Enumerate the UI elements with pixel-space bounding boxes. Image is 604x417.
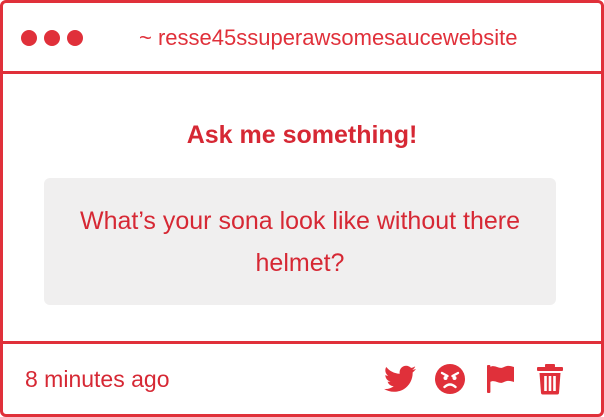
flag-icon bbox=[487, 365, 514, 393]
delete-button[interactable] bbox=[533, 362, 567, 396]
share-twitter-button[interactable] bbox=[383, 362, 417, 396]
window-dot bbox=[44, 30, 60, 46]
window-dot bbox=[21, 30, 37, 46]
action-bar bbox=[383, 362, 567, 396]
twitter-icon bbox=[384, 365, 416, 392]
ask-prompt-heading: Ask me something! bbox=[186, 121, 418, 149]
window-controls bbox=[21, 30, 83, 46]
ask-card: ~ resse45ssuperawsomesaucewebsite Ask me… bbox=[0, 0, 604, 417]
site-url: ~ resse45ssuperawsomesaucewebsite bbox=[139, 25, 518, 50]
timestamp: 8 minutes ago bbox=[25, 366, 170, 392]
report-button[interactable] bbox=[483, 362, 517, 396]
angry-face-icon bbox=[435, 364, 465, 394]
react-angry-button[interactable] bbox=[433, 362, 467, 396]
card-footer: 8 minutes ago bbox=[3, 341, 601, 414]
trash-icon bbox=[537, 364, 563, 395]
window-dot bbox=[67, 30, 83, 46]
question-box: What’s your sona look like without there… bbox=[44, 178, 556, 305]
window-titlebar: ~ resse45ssuperawsomesaucewebsite bbox=[3, 3, 601, 74]
question-text: What’s your sona look like without there… bbox=[79, 206, 521, 277]
